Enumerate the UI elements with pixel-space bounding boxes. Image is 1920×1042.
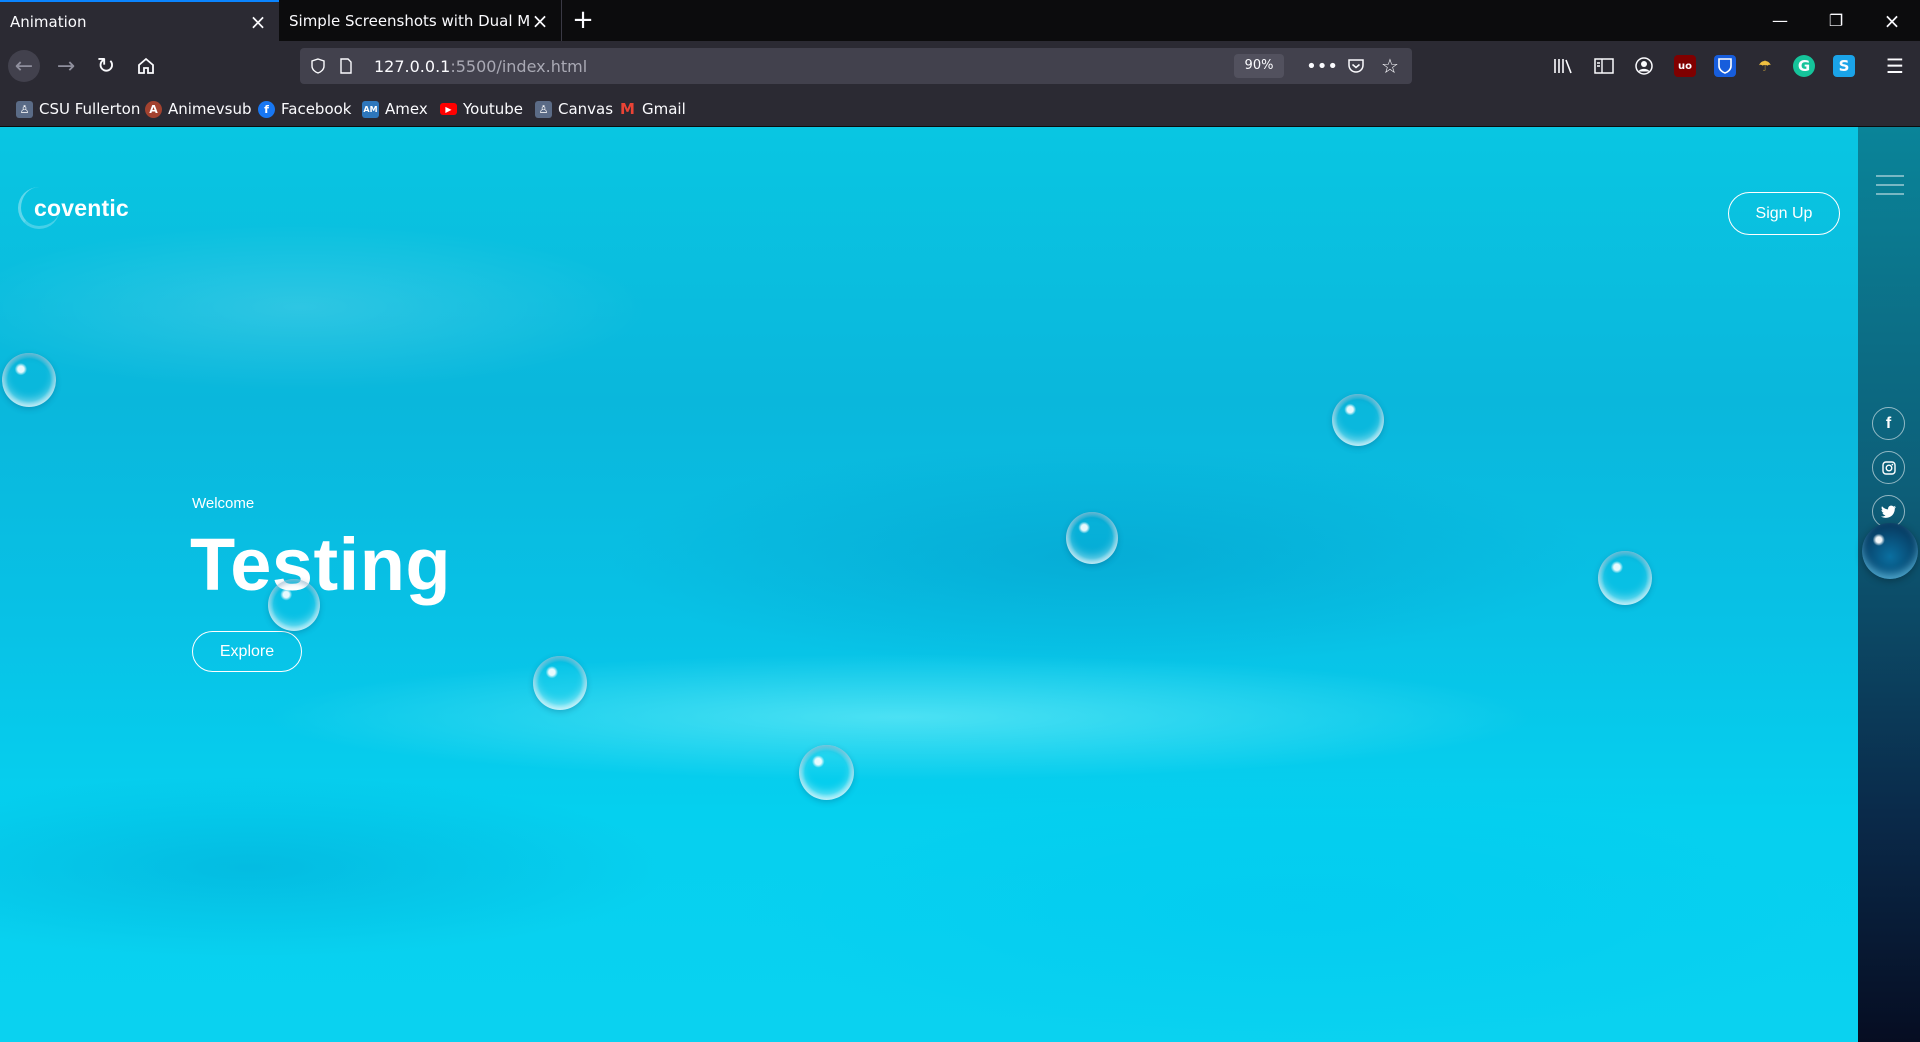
zoom-level[interactable]: 90% <box>1234 54 1284 78</box>
bubble-decoration <box>1862 523 1918 579</box>
back-arrow-icon[interactable]: ← <box>8 50 40 82</box>
facebook-social-icon[interactable]: f <box>1872 407 1905 440</box>
facebook-icon: f <box>258 100 275 118</box>
canvas-icon: ♙ <box>535 100 552 118</box>
bitwarden-shield-icon[interactable] <box>1714 55 1736 77</box>
bookmark-gmail[interactable]: M Gmail <box>619 100 686 118</box>
tab-title: Simple Screenshots with Dual Moni <box>289 11 531 30</box>
ublock-origin-icon[interactable]: uo <box>1674 55 1696 77</box>
amex-icon: AM <box>362 100 379 118</box>
url-text[interactable]: 127.0.0.1:5500/index.html <box>374 57 587 76</box>
screenshot-s-icon[interactable]: S <box>1833 55 1855 77</box>
bookmark-label: Animevsub <box>168 100 252 118</box>
hero-headline: Testing <box>190 523 452 606</box>
forward-arrow-icon[interactable]: → <box>50 50 82 82</box>
bookmark-canvas[interactable]: ♙ Canvas <box>535 100 613 118</box>
gmail-icon: M <box>620 100 635 118</box>
bookmark-facebook[interactable]: f Facebook <box>258 100 351 118</box>
tab-bar: Animation × Simple Screenshots with Dual… <box>0 0 1920 41</box>
instagram-social-icon[interactable] <box>1872 451 1905 484</box>
bookmark-label: CSU Fullerton <box>39 100 141 118</box>
close-window-icon[interactable]: × <box>1864 0 1920 41</box>
bubble-decoration <box>268 579 320 631</box>
animevsub-icon: A <box>145 100 162 118</box>
account-icon[interactable] <box>1633 55 1655 77</box>
page-actions-icon[interactable]: ••• <box>1306 54 1338 78</box>
tab-simple-screenshots[interactable]: Simple Screenshots with Dual Moni × <box>279 0 562 41</box>
extension-disguise-icon[interactable]: ☂ <box>1754 55 1776 77</box>
url-host: 127.0.0.1 <box>374 57 451 76</box>
library-icon[interactable] <box>1553 55 1575 77</box>
shield-icon[interactable] <box>306 54 330 78</box>
csuf-icon: ♙ <box>16 100 33 118</box>
right-side-rail: f <box>1858 127 1920 1042</box>
new-tab-plus-icon[interactable]: + <box>568 6 598 36</box>
bookmark-label: Facebook <box>281 100 352 118</box>
tab-animation[interactable]: Animation × <box>0 0 279 41</box>
url-bar[interactable]: 127.0.0.1:5500/index.html 90% ••• ☆ <box>300 48 1412 84</box>
bubble-decoration <box>1066 512 1118 564</box>
youtube-icon: ▶ <box>440 103 457 115</box>
web-page: coventic Sign Up Welcome Testing Explore… <box>0 127 1920 1042</box>
bookmark-amex[interactable]: AM Amex <box>362 100 428 118</box>
navigation-toolbar: ← → ↻ 127.0.0.1:5500/index.html 90% ••• … <box>0 41 1920 91</box>
explore-button[interactable]: Explore <box>192 631 302 672</box>
bookmark-csu-fullerton[interactable]: ♙ CSU Fullerton <box>16 100 140 118</box>
home-icon[interactable] <box>130 50 162 82</box>
close-tab-icon[interactable]: × <box>531 11 549 31</box>
bookmark-label: Gmail <box>642 100 686 118</box>
grammarly-icon[interactable]: G <box>1793 55 1815 77</box>
bubble-decoration <box>533 656 587 710</box>
reload-icon[interactable]: ↻ <box>90 50 122 82</box>
hamburger-menu-icon[interactable]: ☰ <box>1884 54 1906 78</box>
minimize-icon[interactable]: — <box>1752 0 1808 41</box>
site-logo[interactable]: coventic <box>34 195 129 222</box>
page-info-icon[interactable] <box>334 54 358 78</box>
bookmark-label: Canvas <box>558 100 614 118</box>
bubble-decoration <box>799 745 854 800</box>
bubble-decoration <box>1332 394 1384 446</box>
bookmark-youtube[interactable]: ▶ Youtube <box>440 100 523 118</box>
tab-title: Animation <box>10 12 87 31</box>
bookmark-animevsub[interactable]: A Animevsub <box>145 100 252 118</box>
pocket-icon[interactable] <box>1344 54 1368 78</box>
restore-icon[interactable]: ❐ <box>1808 0 1864 41</box>
url-path: :5500/index.html <box>450 57 588 76</box>
sidebar-icon[interactable] <box>1593 55 1615 77</box>
close-tab-icon[interactable]: × <box>249 12 267 32</box>
bookmark-label: Youtube <box>463 100 523 118</box>
bubble-decoration <box>2 353 56 407</box>
bookmark-label: Amex <box>385 100 428 118</box>
bookmark-star-icon[interactable]: ☆ <box>1378 54 1402 78</box>
menu-lines-icon[interactable] <box>1858 167 1920 207</box>
bubble-decoration <box>1598 551 1652 605</box>
welcome-text: Welcome <box>192 495 255 512</box>
sign-up-button[interactable]: Sign Up <box>1728 192 1840 235</box>
bookmarks-toolbar: ♙ CSU Fullerton A Animevsub f Facebook AM Am… <box>0 91 1920 127</box>
